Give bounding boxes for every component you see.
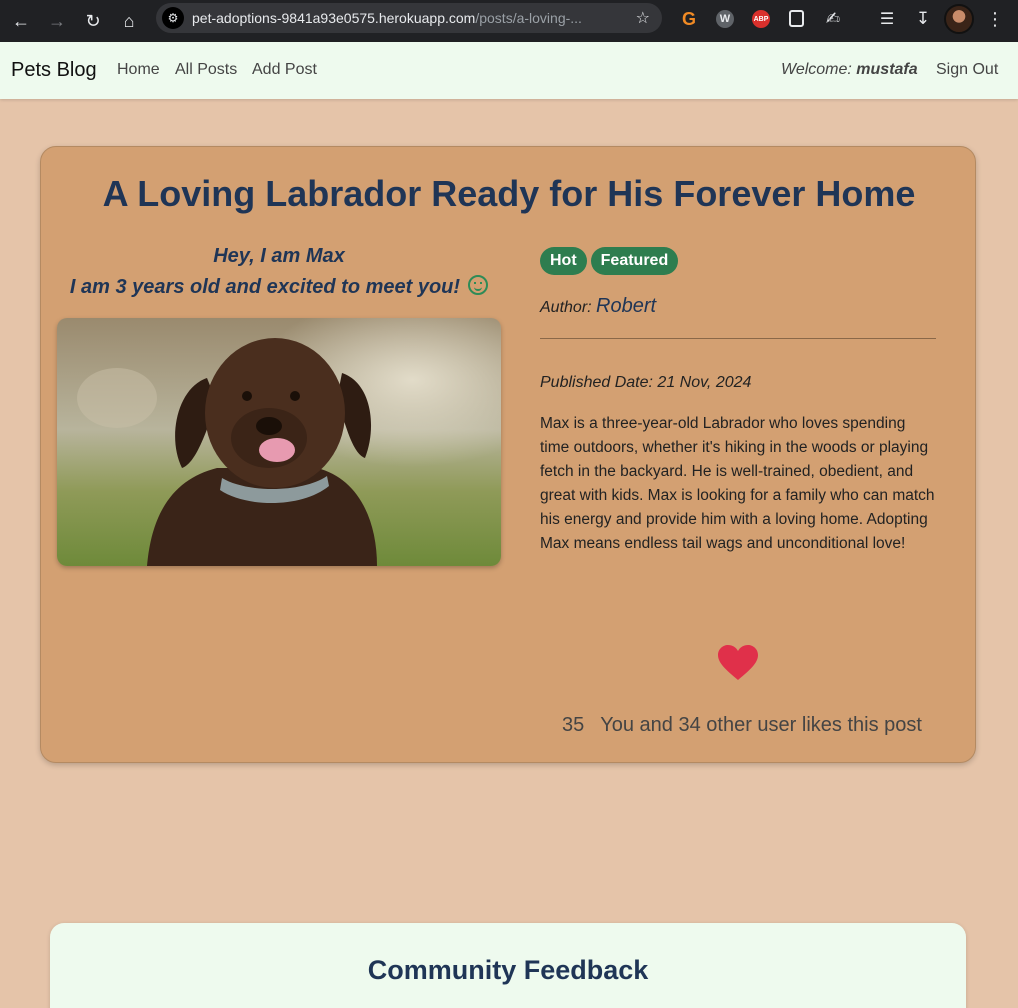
smile-icon [468,275,489,295]
like-count: 35 [562,714,585,736]
intro-line-2: I am 3 years old and excited to meet you… [69,276,461,298]
home-icon[interactable]: ⌂ [115,7,143,35]
site-settings-icon[interactable]: ⚙ [162,7,184,29]
nav-add-post-link[interactable]: Add Post [252,61,317,79]
badge-hot: Hot [540,247,587,275]
kebab-menu-icon[interactable]: ⋮ [984,8,1006,30]
media-queue-icon[interactable]: ☰ [876,8,898,30]
post-title: A Loving Labrador Ready for His Forever … [102,173,916,214]
extensions-puzzle-icon[interactable]: ✍ [822,8,844,30]
like-text: You and 34 other user likes this post [600,714,922,736]
download-icon[interactable]: ↧ [912,8,934,30]
like-summary: 35 You and 34 other user likes this post [562,714,922,737]
back-arrow-icon[interactable]: ← [7,7,35,35]
feedback-title: Community Feedback [367,955,649,985]
pet-intro: Hey, I am Max I am 3 years old and excit… [57,241,501,303]
post-card: A Loving Labrador Ready for His Forever … [40,146,976,763]
address-bar[interactable]: ⚙ pet-adoptions-9841a93e0575.herokuapp.c… [156,3,662,33]
reload-icon[interactable]: ↻ [79,7,107,35]
heart-like-icon[interactable] [718,645,758,681]
forward-arrow-icon[interactable]: → [43,7,71,35]
profile-avatar[interactable] [944,4,974,34]
welcome-message: Welcome: mustafa [781,61,918,78]
author-name: Robert [596,295,657,317]
extension-clipboard-icon[interactable] [789,10,804,27]
badge-featured: Featured [590,247,679,275]
divider [540,338,936,339]
extension-w-icon[interactable]: W [716,10,734,28]
extension-g-icon[interactable]: G [678,8,700,30]
adblock-icon[interactable]: ABP [752,10,770,28]
bookmark-star-icon[interactable]: ☆ [636,8,650,28]
brand-logo[interactable]: Pets Blog [11,59,97,82]
site-navbar: Pets Blog Home All Posts Add Post Welcom… [0,42,1018,99]
nav-all-posts-link[interactable]: All Posts [175,61,237,79]
username: mustafa [856,61,918,78]
community-feedback-section: Community Feedback [50,923,966,1008]
browser-toolbar: ← → ↻ ⌂ ⚙ pet-adoptions-9841a93e0575.her… [0,0,1018,42]
published-date: Published Date: 21 Nov, 2024 [540,374,752,391]
post-author: Author: Robert [540,295,657,317]
url-text: pet-adoptions-9841a93e0575.herokuapp.com… [192,10,582,26]
nav-home-link[interactable]: Home [117,61,160,79]
post-body: Max is a three-year-old Labrador who lov… [540,415,935,552]
post-badges: Hot Featured [540,247,682,275]
pet-photo [57,318,501,566]
intro-line-1: Hey, I am Max [213,245,345,267]
sign-out-link[interactable]: Sign Out [936,61,998,79]
